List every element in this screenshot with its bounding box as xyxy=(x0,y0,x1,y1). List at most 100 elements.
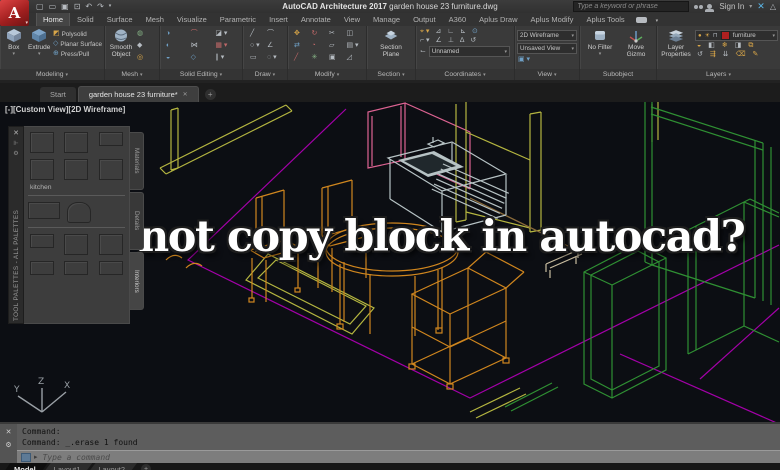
layer-lock-icon[interactable]: ◨ xyxy=(735,42,742,50)
rectangle-icon[interactable]: ▭ xyxy=(250,54,263,65)
tab-output[interactable]: Output xyxy=(407,13,442,26)
tab-aplus-draw[interactable]: Aplus Draw xyxy=(473,13,523,26)
trim-icon[interactable]: ✂ xyxy=(329,30,343,41)
interfere-icon[interactable]: ∥ ▾ xyxy=(215,54,236,65)
sign-in-button[interactable]: Sign In xyxy=(719,2,744,11)
ucs-face-icon[interactable]: ⊿ xyxy=(435,28,441,36)
thicken-icon[interactable]: ▦ ▾ xyxy=(215,42,236,53)
layer-match-icon[interactable]: ⧉ xyxy=(748,42,753,50)
palette-tool-stool[interactable] xyxy=(99,261,123,275)
arc-icon[interactable]: ⌒ xyxy=(267,30,280,41)
auto-hide-icon[interactable]: ⊩ xyxy=(13,140,18,147)
command-input[interactable] xyxy=(41,452,285,463)
box-button[interactable]: Box ▾ xyxy=(2,28,25,57)
ucs-3point-icon[interactable]: ∠ xyxy=(436,37,442,45)
stretch-icon[interactable]: ▱ xyxy=(329,42,343,53)
ucs-z-axis-icon[interactable]: ⌐ ▾ xyxy=(420,37,430,45)
close-icon[interactable]: ✕ xyxy=(13,129,19,137)
no-filter-button[interactable]: No Filter ▾ xyxy=(584,28,616,57)
layout-tab-model[interactable]: Model xyxy=(2,463,48,470)
dynamic-input-icon[interactable] xyxy=(21,453,31,462)
mesh-crease-icon[interactable]: ◆ xyxy=(137,42,143,53)
exchange-apps-icon[interactable]: ✕ xyxy=(757,1,765,12)
palette-tool-tall-cabinet[interactable] xyxy=(64,132,88,153)
panel-label-coordinates[interactable]: Coordinates▾ xyxy=(416,69,514,80)
redo-icon[interactable]: ↷ xyxy=(97,3,104,11)
palette-tool-shelf[interactable] xyxy=(99,159,123,180)
mesh-smooth-more-icon[interactable]: ◎ xyxy=(137,54,143,65)
fillet-edge-icon[interactable]: ⌒ xyxy=(191,30,212,41)
tab-home[interactable]: Home xyxy=(36,12,70,26)
copy-icon[interactable]: ◫ xyxy=(347,30,361,41)
intersect-icon[interactable]: ◒ xyxy=(166,54,187,65)
ucs-x-icon[interactable]: ⊥ xyxy=(448,37,454,45)
customize-wrench-icon[interactable]: ⚙ xyxy=(5,441,11,449)
palette-tab-interiors[interactable]: Interiors xyxy=(130,252,144,310)
sign-in-caret-icon[interactable]: ▾ xyxy=(749,3,752,10)
layer-current-icon[interactable]: ✎ xyxy=(753,51,759,59)
drawing-viewport[interactable]: [-][Custom View][2D Wireframe] ✕ ⊩ ⚙ TOO… xyxy=(0,102,780,422)
tab-solid[interactable]: Solid xyxy=(71,13,100,26)
layer-properties-button[interactable]: Layer Properties xyxy=(659,28,693,58)
layout-tab-layout2[interactable]: Layout2 xyxy=(86,463,137,470)
panel-label-view[interactable]: View▾ xyxy=(515,69,579,80)
search-input[interactable] xyxy=(573,1,689,12)
close-icon[interactable]: ✕ xyxy=(183,91,188,98)
panel-label-draw[interactable]: Draw▾ xyxy=(243,69,287,80)
union-icon[interactable]: ◑ xyxy=(166,30,187,41)
tab-a360[interactable]: A360 xyxy=(443,13,473,26)
taper-face-icon[interactable]: ⋈ xyxy=(191,42,212,53)
extrude-button[interactable]: Extrude ▾ xyxy=(27,28,50,57)
layer-delete-icon[interactable]: ⌫ xyxy=(736,51,746,59)
palette-tool-counter[interactable] xyxy=(99,132,123,146)
tab-mesh[interactable]: Mesh xyxy=(140,13,170,26)
palette-tool-dresser[interactable] xyxy=(64,234,88,255)
named-view-dropdown[interactable]: Unsaved View▾ xyxy=(517,43,577,54)
circle-icon[interactable]: ○ ▾ xyxy=(250,42,263,53)
layer-dropdown[interactable]: ● ☀ ⊓ furniture ▾ xyxy=(695,30,778,41)
offset-icon[interactable]: ▣ xyxy=(329,54,343,65)
panel-label-mesh[interactable]: Mesh▾ xyxy=(105,69,159,80)
tab-visualize[interactable]: Visualize xyxy=(171,13,213,26)
file-tab-drawing[interactable]: garden house 23 furniture* ✕ xyxy=(78,86,199,102)
move-gizmo-button[interactable]: Move Gizmo xyxy=(620,28,652,58)
array-icon[interactable]: ▤ ▾ xyxy=(347,42,361,53)
undo-icon[interactable]: ↶ xyxy=(85,3,92,11)
new-file-icon[interactable]: ▢ xyxy=(36,3,44,11)
scale-icon[interactable]: ◔ xyxy=(312,42,326,53)
extract-edge-icon[interactable]: ◇ xyxy=(191,54,212,65)
record-icon[interactable] xyxy=(636,17,647,23)
qat-menu-caret-icon[interactable]: ▾ xyxy=(109,4,112,9)
layer-off-icon[interactable]: ◒ xyxy=(697,42,701,50)
smooth-object-button[interactable]: Smooth Object xyxy=(107,28,135,58)
layout-tab-layout1[interactable]: Layout1 xyxy=(42,463,93,470)
viewport-config-icon[interactable]: ▣ ▾ xyxy=(517,56,577,64)
line-icon[interactable]: ╱ xyxy=(250,30,263,41)
palette-tool-wardrobe[interactable] xyxy=(28,202,60,219)
panel-label-modify[interactable]: Modify▾ xyxy=(288,69,366,80)
palette-tool-round-table[interactable] xyxy=(67,202,91,223)
erase-icon[interactable]: ╱ xyxy=(294,54,308,65)
panel-label-modeling[interactable]: Modeling▾ xyxy=(0,69,104,80)
palette-tab-materials[interactable]: Materials xyxy=(130,132,144,190)
tab-aplus-tools[interactable]: Aplus Tools xyxy=(580,13,630,26)
panel-label-section[interactable]: Section▾ xyxy=(367,69,415,80)
properties-gear-icon[interactable]: ⚙ xyxy=(13,150,18,157)
mesh-refine-icon[interactable]: ◍ xyxy=(137,30,143,41)
palette-tool-drawer-unit[interactable] xyxy=(64,159,88,180)
palette-tool-chair[interactable] xyxy=(99,234,123,255)
palette-tool-base-cabinet[interactable] xyxy=(30,159,54,180)
presspull-button[interactable]: ⊕ Press/Pull xyxy=(53,50,102,58)
layer-merge-icon[interactable]: ⇊ xyxy=(723,51,729,59)
fillet-icon[interactable]: ◿ xyxy=(347,54,361,65)
close-icon[interactable]: ✕ xyxy=(6,428,12,436)
palette-tab-details[interactable]: Details xyxy=(130,192,144,250)
tab-insert[interactable]: Insert xyxy=(263,13,294,26)
ellipse-icon[interactable]: ◌ ▾ xyxy=(267,54,280,65)
ucs-origin-icon[interactable]: ⊙ xyxy=(472,28,478,36)
open-file-icon[interactable]: ▭ xyxy=(49,3,57,11)
ucs-prev-icon[interactable]: ↺ xyxy=(470,37,476,45)
palette-tool-bench[interactable] xyxy=(64,261,88,275)
layer-freeze-icon[interactable]: ❄ xyxy=(722,42,728,50)
section-plane-button[interactable]: Section Plane xyxy=(371,28,411,58)
